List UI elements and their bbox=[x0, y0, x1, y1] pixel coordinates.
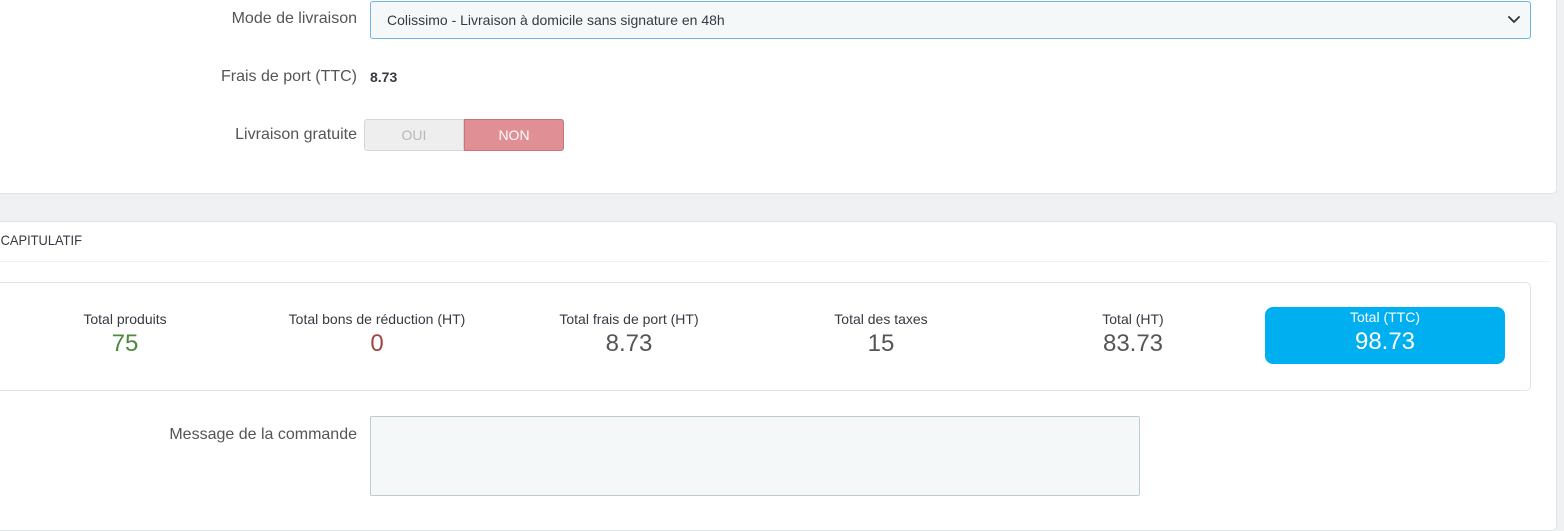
total-taxes-value: 15 bbox=[867, 330, 895, 357]
delivery-mode-selected-value: Colissimo - Livraison à domicile sans si… bbox=[387, 12, 725, 28]
total-ttc: Total (TTC) 98.73 bbox=[1265, 307, 1505, 364]
total-taxes: Total des taxes 15 bbox=[761, 307, 1001, 364]
free-shipping-no-option[interactable]: NON bbox=[464, 119, 564, 151]
summary-title: ÉCAPITULATIF bbox=[0, 232, 82, 248]
total-ht-value: 83.73 bbox=[1102, 330, 1164, 357]
total-ht-label: Total (HT) bbox=[1102, 311, 1164, 327]
summary-divider bbox=[0, 261, 1550, 262]
total-discounts-label: Total bons de réduction (HT) bbox=[288, 311, 466, 327]
free-shipping-switch[interactable]: OUI NON bbox=[364, 119, 564, 151]
shipping-fee-value: 8.73 bbox=[370, 69, 398, 85]
total-products-value: 75 bbox=[111, 330, 139, 357]
order-message-label: Message de la commande bbox=[169, 426, 357, 443]
total-taxes-label: Total des taxes bbox=[834, 311, 928, 327]
free-shipping-yes-option[interactable]: OUI bbox=[364, 119, 464, 151]
total-discounts-value: 0 bbox=[370, 330, 384, 357]
shipping-fee-label: Frais de port (TTC) bbox=[220, 68, 357, 85]
total-ttc-label: Total (TTC) bbox=[1350, 309, 1420, 325]
total-discounts: Total bons de réduction (HT) 0 bbox=[257, 307, 497, 364]
order-message-input[interactable] bbox=[370, 416, 1140, 496]
delivery-mode-label: Mode de livraison bbox=[231, 10, 357, 27]
delivery-mode-select[interactable]: Colissimo - Livraison à domicile sans si… bbox=[370, 1, 1531, 39]
total-shipping-value: 8.73 bbox=[605, 330, 653, 357]
total-products-label: Total produits bbox=[83, 311, 167, 327]
total-products: Total produits 75 bbox=[5, 307, 245, 364]
total-ttc-value: 98.73 bbox=[1354, 328, 1416, 355]
total-shipping: Total frais de port (HT) 8.73 bbox=[509, 307, 749, 364]
chevron-down-icon bbox=[1506, 2, 1522, 38]
total-shipping-label: Total frais de port (HT) bbox=[559, 311, 699, 327]
free-shipping-label: Livraison gratuite bbox=[235, 126, 357, 143]
total-ht: Total (HT) 83.73 bbox=[1013, 307, 1253, 364]
